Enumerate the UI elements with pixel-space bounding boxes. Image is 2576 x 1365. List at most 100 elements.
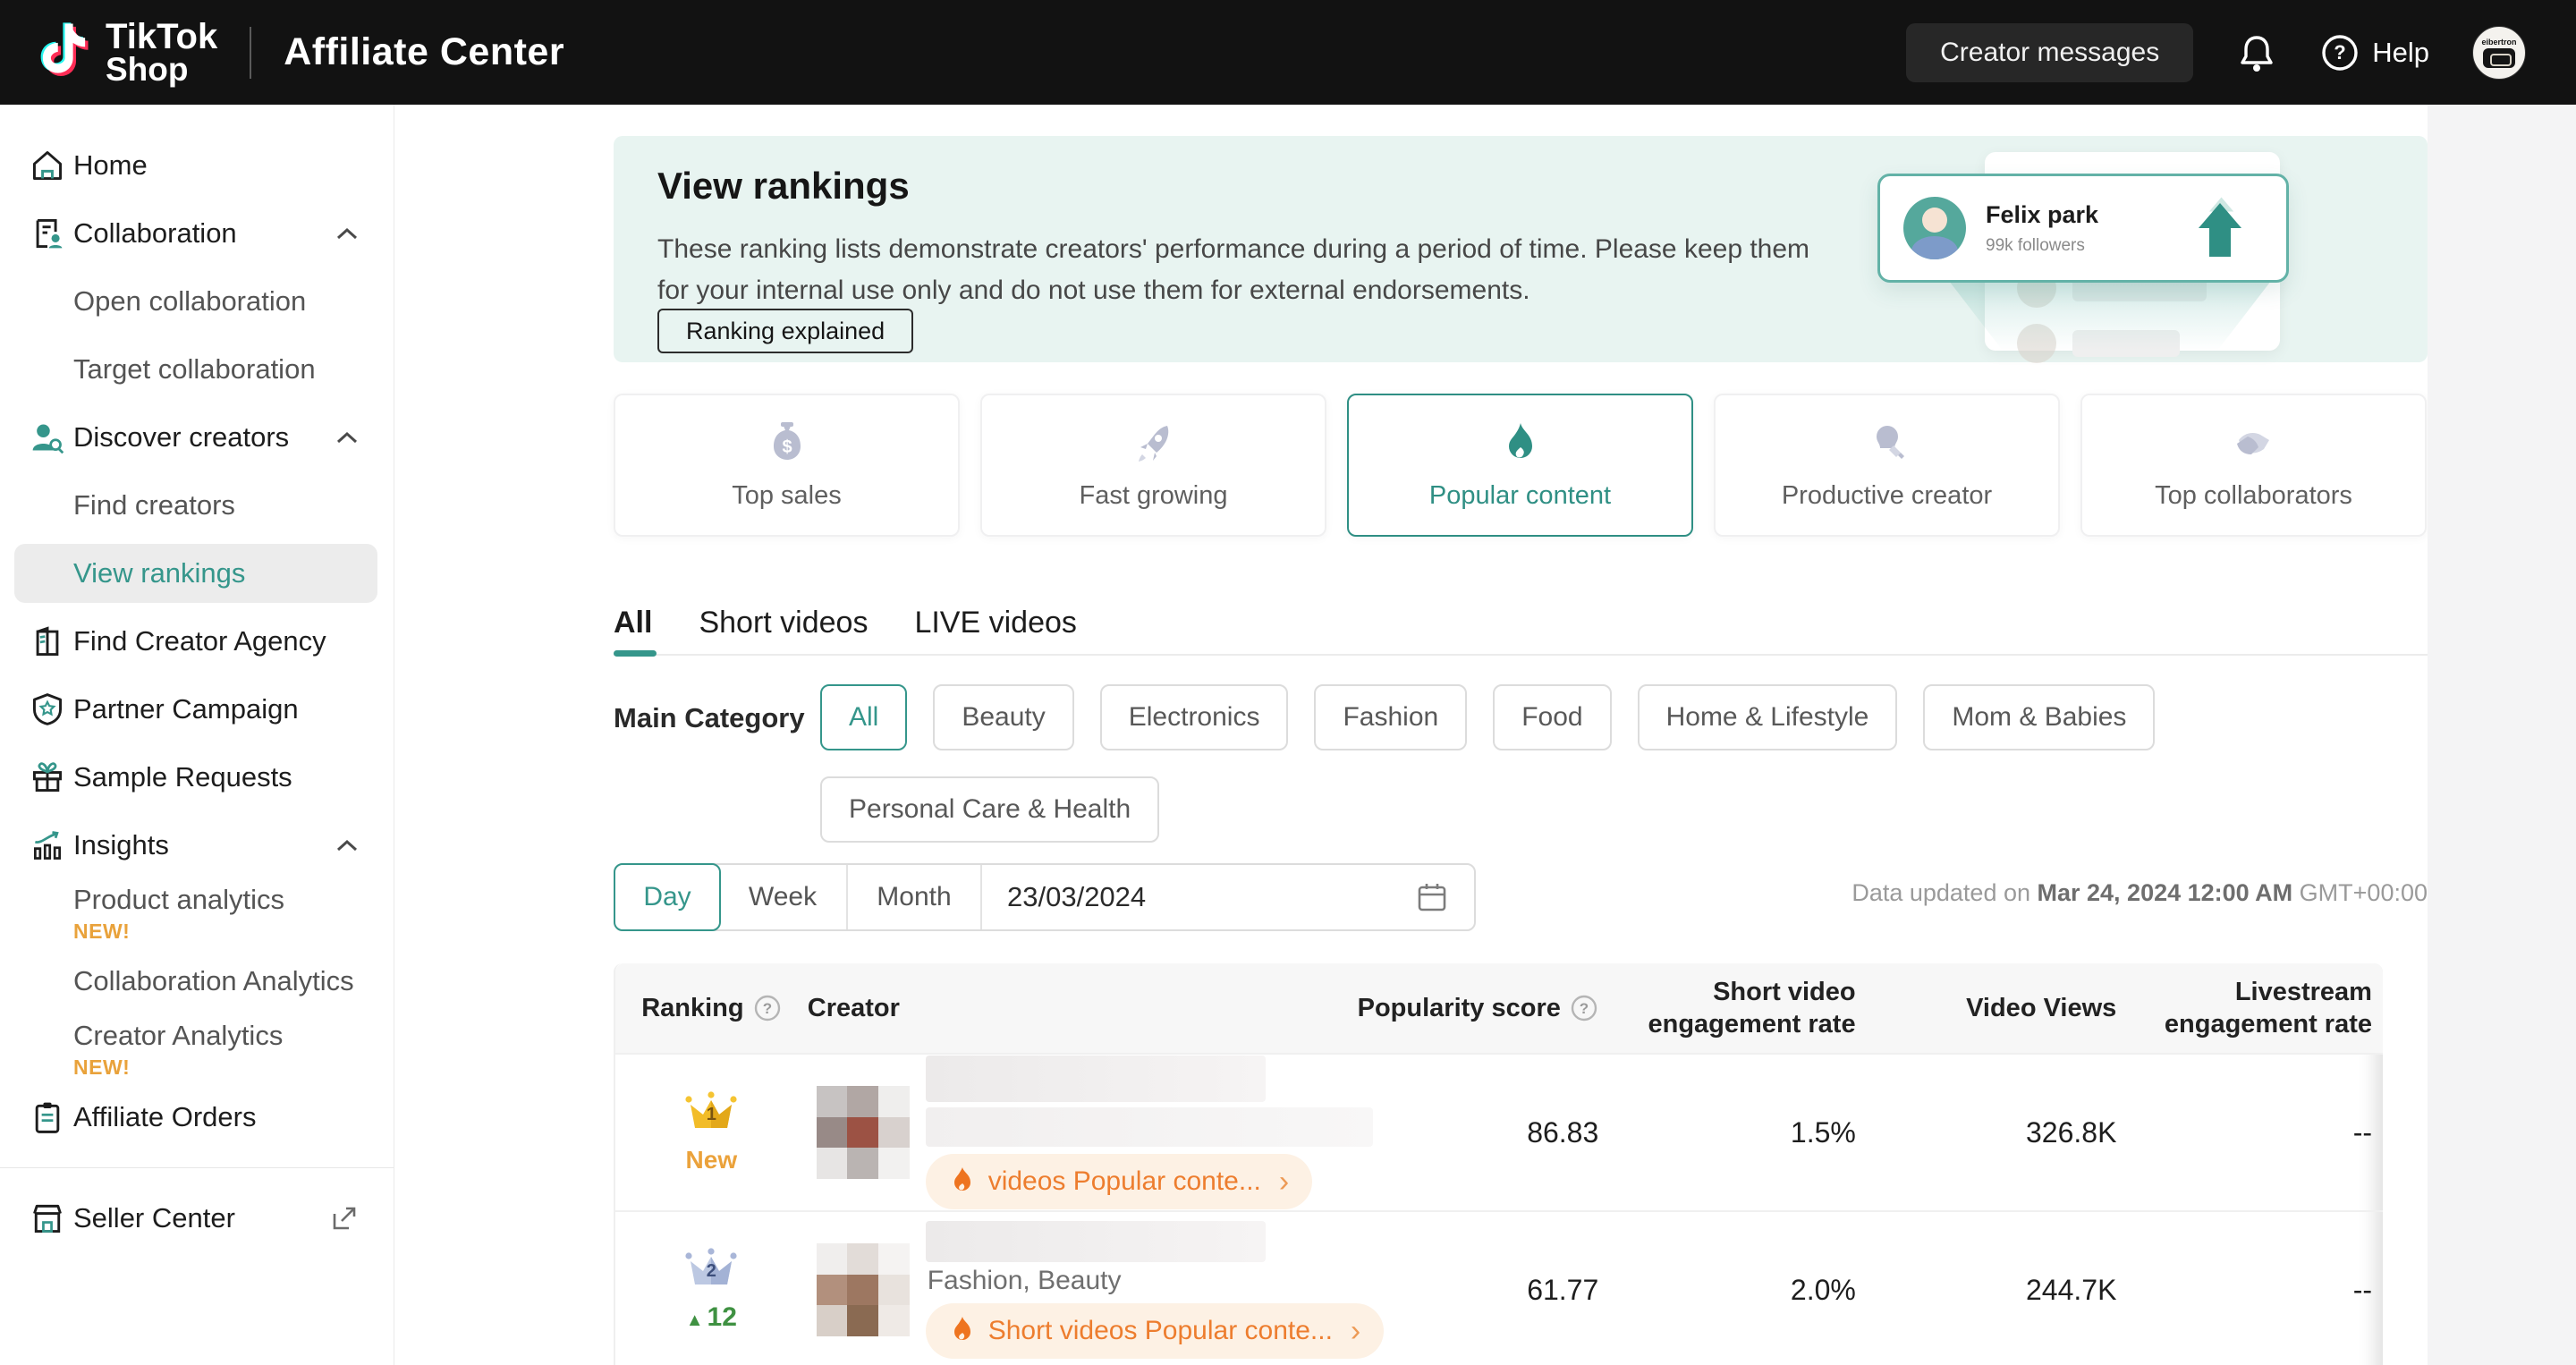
chevron-up-icon[interactable] [336,839,358,852]
sidebar-item-creator-analytics[interactable]: Creator Analytics NEW! [0,1015,394,1083]
creator-messages-button[interactable]: Creator messages [1906,23,2193,82]
card-productive-creator[interactable]: Productive creator [1714,394,2060,537]
brand-text: TikTok Shop [106,20,217,85]
productive-creator-icon [1861,419,1913,471]
sidebar-item-discover-creators[interactable]: Discover creators [0,403,394,471]
sidebar-item-collaboration[interactable]: Collaboration [0,199,394,267]
card-top-collaborators[interactable]: Top collaborators [2080,394,2427,537]
chevron-up-icon[interactable] [336,227,358,240]
chevron-right-icon: › [1351,1314,1360,1349]
svg-text:$: $ [782,437,792,457]
chevron-right-icon: › [1279,1165,1289,1200]
sidebar-item-view-rankings[interactable]: View rankings [0,539,394,607]
sidebar-item-find-creator-agency[interactable]: Find Creator Agency [0,607,394,675]
question-circle-icon[interactable]: ? [1570,994,1598,1022]
column-ranking: Ranking ? [615,992,808,1024]
sidebar-item-partner-campaign[interactable]: Partner Campaign [0,675,394,743]
creator-photo-avatar [1903,197,1966,259]
affiliate-orders-icon [30,1099,65,1135]
sidebar-item-home[interactable]: Home [0,131,394,199]
sidebar-item-target-collaboration[interactable]: Target collaboration [0,335,394,403]
banner-description: These ranking lists demonstrate creators… [657,229,1820,311]
table-row[interactable]: 2 12 Fashion, Beauty [615,1210,2383,1365]
sidebar-item-insights[interactable]: Insights [0,811,394,879]
sidebar-item-collaboration-analytics[interactable]: Collaboration Analytics [0,947,394,1015]
chip-personal-care[interactable]: Personal Care & Health [820,776,1159,843]
creator-categories: Fashion, Beauty [928,1266,1385,1296]
category-chips: All Beauty Electronics Fashion Food Home… [820,684,2421,843]
popularity-score-value: 86.83 [1340,1116,1599,1149]
short-video-rate-value: 1.5% [1598,1116,1856,1149]
popularity-score-value: 61.77 [1340,1274,1599,1307]
table-row[interactable]: 1 New [615,1053,2383,1210]
money-bag-icon: $ [761,419,813,471]
flame-icon [949,1166,976,1198]
tiktok-shop-logo[interactable]: TikTok Shop [39,20,217,85]
help-button[interactable]: ? Help [2320,33,2429,72]
creator-avatar-blurred [817,1243,910,1336]
table-header-row: Ranking ? Creator Popularity score ? Sho… [615,963,2383,1053]
sidebar-item-find-creators[interactable]: Find creators [0,471,394,539]
handshake-icon [2228,419,2280,471]
sidebar-divider [0,1167,394,1168]
avatar-logo-shape [2483,48,2515,68]
rank-up-arrow-icon [2191,196,2259,260]
active-tab-underline [614,650,657,657]
chip-home-lifestyle[interactable]: Home & Lifestyle [1638,684,1898,750]
user-avatar[interactable]: eibertron [2472,26,2526,80]
help-icon: ? [2320,33,2360,72]
creator-name-blurred [926,1221,1266,1262]
top-creator-card: Felix park 99k followers [1877,174,2289,283]
sidebar-item-product-analytics[interactable]: Product analytics NEW! [0,879,394,947]
card-popular-content[interactable]: Popular content [1347,394,1693,537]
flame-icon [949,1315,976,1347]
column-short-video-rate: Short video engagement rate [1598,976,1856,1040]
creator-followers: 99k followers [1986,236,2191,256]
discover-creators-icon [30,420,65,455]
view-rankings-banner: View rankings These ranking lists demons… [614,136,2428,362]
new-badge: NEW! [73,920,130,944]
column-livestream-rate: Livestream engagement rate [2116,976,2383,1040]
data-updated-text: Data updated on Mar 24, 2024 12:00 AM GM… [614,879,2428,907]
flame-icon [1495,419,1546,471]
main-content: View rankings These ranking lists demons… [394,105,2428,1365]
sidebar-item-affiliate-orders[interactable]: Affiliate Orders [0,1083,394,1151]
video-views-value: 244.7K [1856,1274,2117,1307]
video-views-value: 326.8K [1856,1116,2117,1149]
new-badge: NEW! [73,1056,130,1080]
card-fast-growing[interactable]: Fast growing [980,394,1326,537]
chip-mom-babies[interactable]: Mom & Babies [1923,684,2155,750]
granularity-day[interactable]: Day [614,863,721,931]
chevron-up-icon[interactable] [336,431,358,444]
svg-text:?: ? [1580,1000,1589,1017]
popular-content-tag[interactable]: Short videos Popular conte... › [926,1303,1385,1359]
main-category-label: Main Category [614,702,805,734]
rank-badge: 2 12 [682,1247,741,1333]
sidebar-item-sample-requests[interactable]: Sample Requests [0,743,394,811]
chip-food[interactable]: Food [1493,684,1611,750]
gold-crown-icon: 1 [682,1090,741,1139]
card-top-sales[interactable]: $ Top sales [614,394,960,537]
tiktok-note-icon [39,20,97,84]
chip-electronics[interactable]: Electronics [1100,684,1289,750]
creator-handle-blurred [926,1107,1373,1147]
rank-change: 12 [686,1302,737,1333]
insights-icon [30,827,65,863]
ranking-explained-button[interactable]: Ranking explained [657,309,913,353]
chip-beauty[interactable]: Beauty [933,684,1073,750]
sidebar-item-seller-center[interactable]: Seller Center [0,1184,394,1252]
sidebar-item-open-collaboration[interactable]: Open collaboration [0,267,394,335]
chip-all[interactable]: All [820,684,907,750]
svg-text:?: ? [762,1000,771,1017]
ranking-type-cards: $ Top sales Fast growing Popular content [614,394,2428,537]
popular-content-tag[interactable]: videos Popular conte... › [926,1154,1313,1209]
sample-requests-icon [30,759,65,795]
bell-icon[interactable] [2236,32,2277,73]
question-circle-icon[interactable]: ? [753,994,782,1022]
sidebar-nav: Home Collaboration Open collaboration Ta… [0,105,394,1365]
banner-illustration: Felix park 99k followers [1877,152,2378,351]
chip-fashion[interactable]: Fashion [1314,684,1467,750]
column-video-views: Video Views [1856,992,2117,1024]
top-header: TikTok Shop Affiliate Center Creator mes… [0,0,2576,105]
seller-center-icon [30,1200,65,1236]
